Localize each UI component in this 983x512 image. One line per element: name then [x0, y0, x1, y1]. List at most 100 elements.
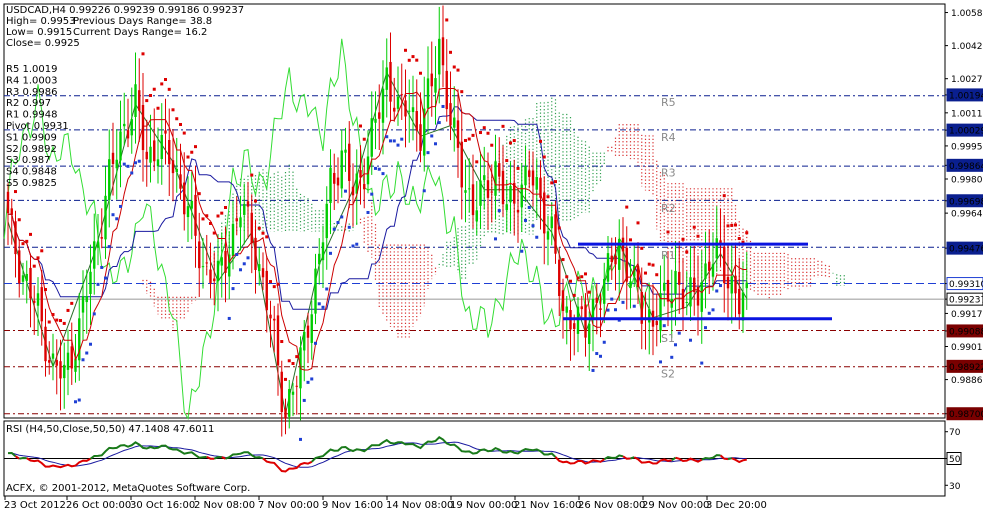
candle-body [483, 175, 486, 181]
psar-dot [227, 316, 231, 320]
pivot-table-row: Pivot 0.9931 [6, 121, 69, 132]
psar-dot [377, 167, 381, 171]
candle-body [186, 206, 190, 218]
psar-dot [351, 244, 355, 248]
price-label: 0.99170 [951, 310, 983, 320]
psar-dot [141, 52, 145, 56]
candle-body [190, 200, 193, 209]
psar-dot [389, 139, 392, 143]
rsi-tick-label: 30 [949, 482, 961, 492]
candle-body [554, 214, 557, 254]
psar-dot [479, 131, 482, 135]
psar-dot [726, 224, 730, 228]
candle-body [449, 103, 452, 126]
candle-body [648, 309, 651, 323]
level-label-s2: S2 [661, 367, 675, 380]
psar-dot [415, 58, 419, 62]
psar-dot [625, 205, 629, 209]
psar-dot [722, 194, 726, 198]
psar-dot [299, 437, 302, 441]
psar-dot [197, 192, 201, 196]
candle-body [246, 201, 250, 207]
candle-body [201, 266, 205, 268]
psar-dot [572, 293, 576, 297]
psar-dot [745, 231, 749, 235]
psar-dot [520, 249, 524, 253]
psar-dot [557, 226, 561, 230]
psar-dot [276, 282, 280, 286]
pivot-table-row: R5 1.0019 [6, 64, 57, 75]
psar-dot [505, 159, 509, 163]
candle-body [224, 250, 227, 273]
psar-dot [411, 55, 415, 59]
price-axis: 1.00580 1.00425 1.00270 1.00194 1.00110 1.000… [945, 9, 983, 421]
psar-dot [51, 313, 55, 317]
psar-dot [164, 78, 167, 82]
candle-body [715, 238, 718, 259]
psar-dot [460, 90, 464, 94]
candle-body [738, 288, 741, 315]
price-label: 0.98860 [951, 376, 983, 386]
psar-dot [659, 360, 662, 364]
candle-body [175, 168, 178, 172]
candle-body [393, 107, 396, 112]
symbol-info: USDCAD,H4 0.99226 0.99239 0.99186 0.9923… [6, 5, 244, 16]
rsi-line [727, 457, 732, 461]
candle-body [411, 107, 415, 113]
psar-dot [329, 251, 332, 255]
psar-dot [584, 272, 587, 276]
psar-dot [539, 139, 542, 143]
psar-dot [201, 217, 205, 221]
psar-dot [119, 204, 122, 208]
psar-dot [321, 305, 325, 309]
candle-body [520, 184, 523, 208]
candle-body [130, 119, 133, 136]
psar-dot [494, 237, 497, 241]
psar-dot [344, 189, 347, 193]
candle-body [464, 190, 467, 193]
psar-dot [254, 199, 257, 203]
psar-dot [306, 380, 310, 384]
psar-dot [287, 359, 291, 363]
candle-body [378, 112, 381, 119]
candle-body [745, 282, 748, 289]
psar-dot [291, 361, 295, 365]
psar-dot [265, 235, 269, 239]
psar-dot [92, 312, 96, 316]
psar-dot [524, 218, 527, 222]
candle-body [183, 182, 186, 215]
psar-dot [430, 134, 434, 138]
candle-body [40, 287, 43, 322]
psar-dot [434, 142, 437, 146]
psar-dot [122, 162, 126, 166]
candle-body [220, 257, 223, 266]
price-tag-label: 0.99864 [949, 162, 983, 172]
time-label: 23 Oct 2012 [4, 500, 66, 511]
psar-dot [280, 340, 284, 344]
candle-body [674, 270, 677, 294]
candle-body [179, 174, 182, 189]
candle-body [730, 276, 733, 294]
candle-body [434, 78, 437, 93]
psar-dot [239, 268, 242, 272]
psar-dot [205, 214, 209, 218]
candle-body [89, 271, 92, 294]
rsi-tick-label: 50 [949, 455, 961, 465]
psar-dot [497, 209, 501, 213]
psar-dot [632, 304, 636, 308]
candlestick-series [6, 5, 748, 437]
psar-dot [467, 137, 471, 141]
candle-body [261, 268, 265, 278]
candle-body [400, 94, 403, 96]
psar-dot [711, 308, 715, 312]
psar-dot [400, 137, 404, 141]
candle-body [486, 180, 490, 198]
price-label: 1.00580 [951, 9, 983, 19]
price-tag-label: 0.99237 [949, 296, 983, 306]
previous-days-range: Previous Days Range= 38.8 [73, 16, 212, 27]
level-label-r2: R2 [661, 202, 676, 215]
price-tag-label: 0.99310 [949, 280, 983, 290]
candle-body [363, 183, 366, 190]
psar-dot [362, 137, 366, 141]
psar-dot [441, 104, 445, 108]
